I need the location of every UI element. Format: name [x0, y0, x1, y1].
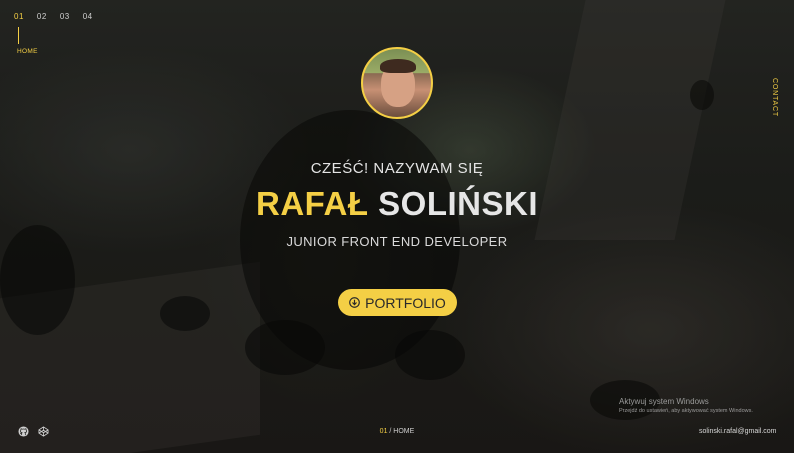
- windows-notice-title: Aktywuj system Windows: [619, 397, 709, 406]
- hero-first-name: RAFAŁ: [255, 185, 369, 222]
- nav-item-04[interactable]: 04: [83, 12, 93, 21]
- hero-greeting: CZEŚĆ! NAZYWAM SIĘ: [310, 160, 484, 177]
- hero-last-name: SOLIŃSKI: [378, 185, 539, 222]
- contact-link[interactable]: CONTACT: [770, 78, 778, 117]
- nav-item-03[interactable]: 03: [60, 12, 70, 21]
- windows-activation-notice: Aktywuj system Windows Przejdź do ustawi…: [619, 397, 753, 414]
- hero-role: JUNIOR FRONT END DEVELOPER: [286, 234, 508, 249]
- page-number: 01: [379, 428, 388, 435]
- nav-active-indicator: [18, 27, 19, 44]
- nav-item-01[interactable]: 01: [14, 12, 24, 21]
- hero-name: RAFAŁ SOLIŃSKI: [0, 185, 794, 223]
- download-circle-icon: [349, 297, 361, 308]
- section-nav: 01 02 03 04: [14, 12, 93, 21]
- nav-item-02[interactable]: 02: [37, 12, 47, 21]
- page-label: / HOME: [389, 428, 415, 435]
- avatar: [361, 47, 433, 119]
- portfolio-button-label: PORTFOLIO: [365, 294, 446, 311]
- email-link[interactable]: solinski.rafal@gmail.com: [699, 428, 777, 435]
- page-indicator: 01 / HOME: [0, 428, 794, 435]
- windows-notice-subtitle: Przejdź do ustawień, aby aktywować syste…: [619, 408, 753, 414]
- portfolio-button[interactable]: PORTFOLIO: [338, 289, 457, 316]
- nav-active-label: HOME: [17, 48, 38, 55]
